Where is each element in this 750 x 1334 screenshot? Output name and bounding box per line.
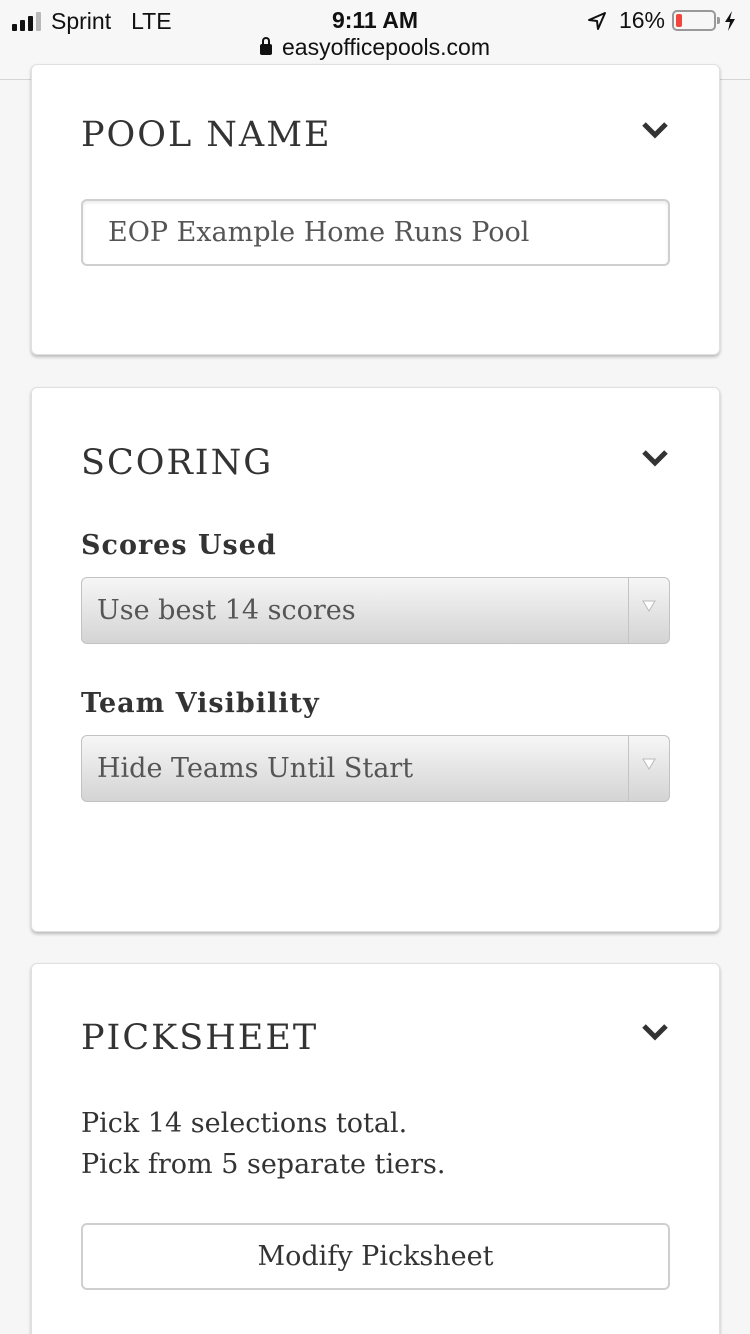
chevron-down-icon[interactable] <box>641 448 669 468</box>
team-visibility-label: Team Visibility <box>81 688 320 719</box>
address-bar[interactable]: easyofficepools.com <box>0 34 750 61</box>
battery-icon <box>672 10 720 31</box>
chevron-down-icon[interactable] <box>641 1022 669 1042</box>
modify-picksheet-button[interactable]: Modify Picksheet <box>81 1223 670 1290</box>
select-arrow-box <box>628 578 669 643</box>
charging-bolt-icon <box>725 10 735 31</box>
picksheet-title: PICKSHEET <box>81 1018 319 1058</box>
url-text: easyofficepools.com <box>282 34 490 60</box>
scores-used-select[interactable]: Use best 14 scores <box>81 577 670 644</box>
pool-name-input[interactable] <box>81 199 670 266</box>
status-right: 16% <box>587 7 736 34</box>
caret-down-icon <box>642 758 656 770</box>
select-arrow-box <box>628 736 669 801</box>
pool-name-title: POOL NAME <box>81 115 332 155</box>
location-arrow-icon <box>587 11 606 30</box>
battery-fill <box>676 14 682 27</box>
pool-name-card: POOL NAME <box>31 64 720 355</box>
picksheet-line-1: Pick 14 selections total. <box>81 1108 408 1139</box>
scoring-title: SCORING <box>81 443 274 483</box>
picksheet-summary: Pick 14 selections total. Pick from 5 se… <box>81 1103 445 1185</box>
caret-down-icon <box>642 600 656 612</box>
scores-used-value: Use best 14 scores <box>97 595 356 626</box>
team-visibility-select[interactable]: Hide Teams Until Start <box>81 735 670 802</box>
scoring-card: SCORING Scores Used Use best 14 scores T… <box>31 387 720 932</box>
scores-used-label: Scores Used <box>81 530 277 561</box>
team-visibility-value: Hide Teams Until Start <box>97 753 414 784</box>
picksheet-line-2: Pick from 5 separate tiers. <box>81 1149 446 1180</box>
chevron-down-icon[interactable] <box>641 120 669 140</box>
picksheet-card: PICKSHEET Pick 14 selections total. Pick… <box>31 963 720 1334</box>
battery-percent: 16% <box>618 7 665 33</box>
lock-icon <box>260 37 273 55</box>
